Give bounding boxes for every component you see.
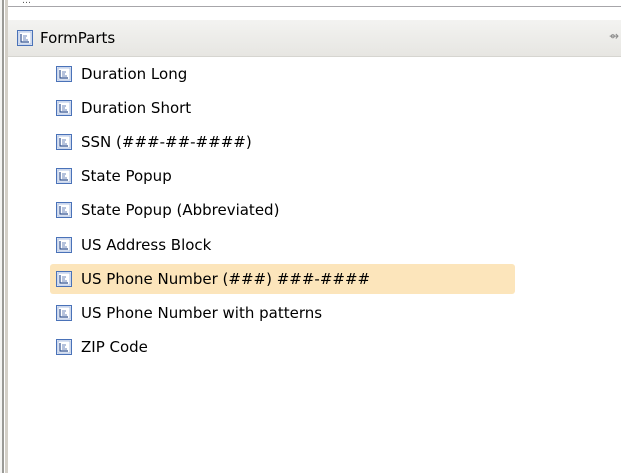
list-item[interactable]: US Phone Number with patterns	[50, 298, 515, 328]
list-item-label: Duration Short	[81, 99, 192, 117]
collapse-icon[interactable]: ⇴	[609, 29, 619, 43]
list-item[interactable]: State Popup (Abbreviated)	[50, 195, 515, 225]
form-part-icon	[56, 202, 72, 218]
list-item-label: State Popup	[81, 167, 172, 185]
form-part-icon	[56, 237, 72, 253]
form-part-icon	[56, 339, 72, 355]
list-item[interactable]: US Address Block	[50, 230, 515, 260]
list-item-label: Duration Long	[81, 65, 188, 83]
list-item-label: US Phone Number (###) ###-####	[81, 270, 371, 288]
list-item-label: ZIP Code	[81, 338, 148, 356]
form-part-icon	[56, 100, 72, 116]
overflow-dots: …	[22, 0, 32, 6]
list-item[interactable]: ZIP Code	[50, 332, 515, 362]
form-parts-panel: FormParts ⇴ Duration Long Duration Short S…	[8, 7, 621, 473]
group-header-formparts[interactable]: FormParts ⇴	[8, 19, 621, 57]
group-header-label: FormParts	[40, 29, 116, 47]
list-item-label: US Phone Number with patterns	[81, 304, 323, 322]
window-top-border: …	[8, 0, 621, 7]
list-item[interactable]: US Phone Number (###) ###-####	[50, 264, 515, 294]
list-item-label: SSN (###-##-####)	[81, 133, 252, 151]
form-part-icon	[56, 305, 72, 321]
list-item-label: US Address Block	[81, 236, 212, 254]
form-part-icon	[56, 271, 72, 287]
list-item[interactable]: Duration Short	[50, 93, 515, 123]
form-part-icon	[56, 134, 72, 150]
list-item[interactable]: SSN (###-##-####)	[50, 127, 515, 157]
list-item-label: State Popup (Abbreviated)	[81, 201, 280, 219]
form-part-icon	[56, 168, 72, 184]
list-item[interactable]: State Popup	[50, 161, 515, 191]
list-item[interactable]: Duration Long	[50, 59, 515, 89]
window-left-border	[0, 0, 8, 473]
form-part-icon	[17, 30, 33, 46]
form-part-icon	[56, 66, 72, 82]
